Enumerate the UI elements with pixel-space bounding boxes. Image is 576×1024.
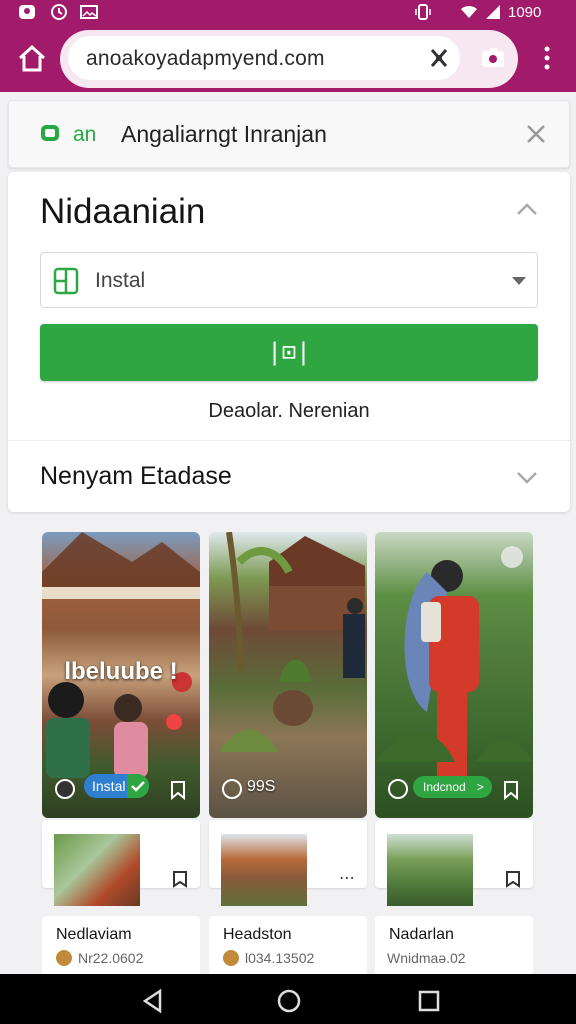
url-text[interactable]: anoakoyadapmyend.com — [86, 47, 325, 71]
item-meta[interactable]: Nadarlan Wnidmaə.02 — [375, 916, 533, 976]
tool-icon[interactable] — [428, 46, 450, 70]
thumbnail-card[interactable] — [42, 820, 200, 906]
item-code: l034.13502 — [245, 950, 315, 966]
photo-caption: lbeluube ! — [64, 658, 178, 685]
home-icon[interactable] — [16, 42, 48, 76]
signal-icon — [486, 5, 500, 19]
chevron-down-icon — [512, 277, 526, 285]
recents-icon[interactable] — [416, 988, 442, 1014]
gallery-card[interactable]: lbeluube ! Instal — [42, 532, 200, 818]
panel-title: Nidaaniain — [40, 192, 206, 231]
close-icon[interactable] — [525, 123, 547, 145]
status-badge[interactable]: Indcnod > — [413, 776, 492, 798]
bookmark-icon[interactable] — [172, 870, 188, 888]
vibrate-icon — [415, 4, 431, 20]
panel-link[interactable]: Deaolar. Nerenian — [8, 400, 570, 423]
chevron-up-icon[interactable] — [516, 202, 538, 216]
item-code: Wnidmaə.02 — [387, 950, 466, 966]
status-badge-label: Indcnod — [423, 780, 466, 794]
grid-icon — [53, 267, 79, 295]
photo-count: 99S — [247, 778, 276, 795]
item-name: Nedlaviam — [56, 926, 132, 943]
gallery-photo[interactable]: 99S — [209, 532, 367, 818]
browser-top-bar: 1090 anoakoyadapmyend.com — [0, 0, 576, 92]
gallery-card[interactable]: Indcnod > — [375, 532, 533, 818]
install-button[interactable]: |⊡| — [40, 324, 538, 381]
thumbnail-photo[interactable] — [54, 834, 140, 906]
check-icon — [127, 774, 150, 798]
thumbnail-card[interactable]: ⋯ — [209, 820, 367, 906]
more-dot-icon[interactable] — [501, 546, 523, 568]
status-time: 1090 — [508, 4, 542, 21]
badge-ring-icon — [388, 779, 408, 799]
avatar — [223, 950, 239, 966]
gallery-card[interactable]: 99S — [209, 532, 367, 818]
section-title: Nenyam Etadase — [40, 462, 232, 490]
item-name: Headston — [223, 926, 292, 943]
install-button-glyph: |⊡| — [267, 338, 311, 366]
clock-icon — [51, 4, 67, 20]
install-badge[interactable]: Instal — [84, 774, 150, 798]
bookmark-icon[interactable] — [505, 870, 521, 888]
install-select[interactable]: Instal — [40, 252, 538, 308]
arrow-right-icon: > — [476, 780, 484, 794]
install-panel: Nidaaniain Instal |⊡| Deaolar. Nerenian … — [8, 172, 570, 512]
bookmark-icon[interactable] — [503, 780, 519, 800]
divider — [8, 440, 570, 441]
app-notification-icon — [19, 5, 35, 19]
bookmark-icon[interactable] — [170, 780, 186, 800]
item-name: Nadarlan — [389, 926, 454, 943]
back-icon[interactable] — [140, 988, 166, 1014]
item-meta[interactable]: Headston l034.13502 — [209, 916, 367, 976]
install-badge-label: Instal — [92, 778, 126, 794]
home-circle-icon[interactable] — [276, 988, 302, 1014]
item-code: Nr22.0602 — [78, 950, 144, 966]
photo-illustration — [219, 532, 365, 752]
info-banner: an Angaliarngt Inranjan — [8, 100, 570, 168]
status-bar: 1090 — [0, 0, 576, 26]
item-meta[interactable]: Nedlaviam Nr22.0602 — [42, 916, 200, 976]
avatar — [56, 950, 72, 966]
gallery-photo[interactable]: Indcnod > — [375, 532, 533, 818]
banner-title: Angaliarngt Inranjan — [121, 121, 327, 147]
banner-tag: an — [73, 123, 97, 146]
more-icon[interactable] — [540, 44, 554, 72]
gallery-photo[interactable]: lbeluube ! Instal — [42, 532, 200, 818]
thumbnail-photo[interactable] — [221, 834, 307, 906]
chat-icon — [41, 125, 59, 141]
thumbnail-card[interactable] — [375, 820, 533, 906]
badge-ring-icon — [222, 779, 242, 799]
more-dots-icon[interactable]: ⋯ — [339, 868, 355, 888]
system-nav-bar — [0, 974, 576, 1024]
camera-icon[interactable] — [480, 46, 506, 70]
badge-ring-icon — [55, 779, 75, 799]
wifi-icon — [461, 5, 477, 18]
thumbnail-photo[interactable] — [387, 834, 473, 906]
url-field[interactable]: anoakoyadapmyend.com — [68, 36, 460, 80]
select-value: Instal — [95, 269, 146, 292]
chevron-down-icon[interactable] — [516, 470, 538, 484]
image-icon — [80, 5, 98, 19]
